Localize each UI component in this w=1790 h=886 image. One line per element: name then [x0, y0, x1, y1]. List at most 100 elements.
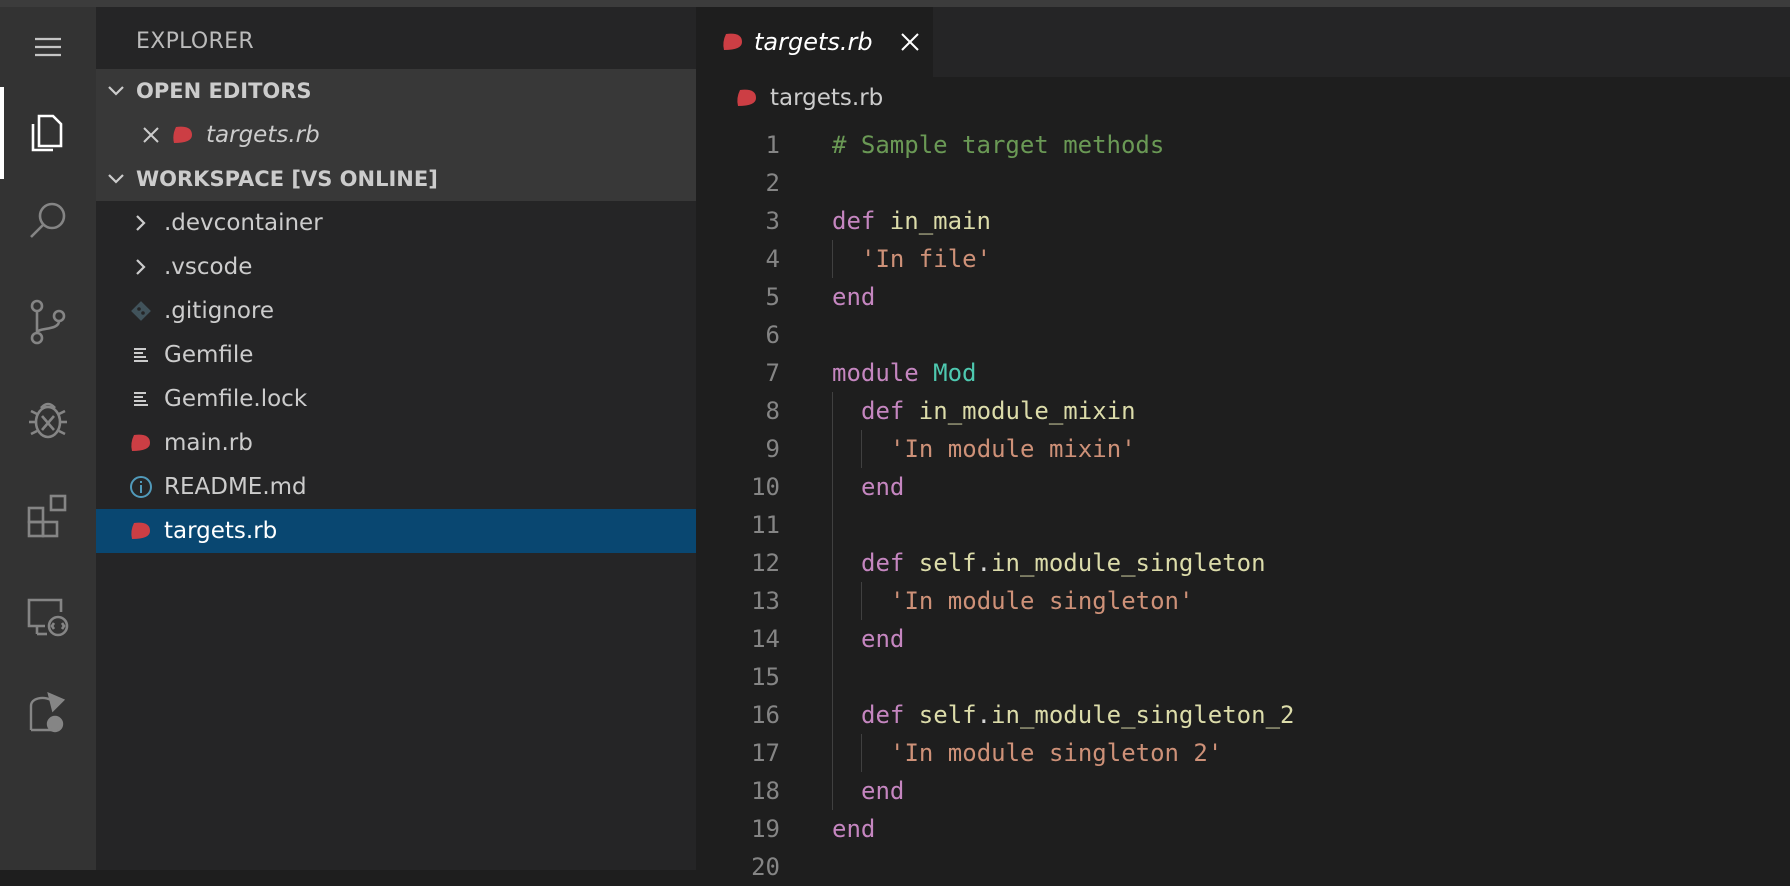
tree-item-gemfile-lock[interactable]: Gemfile.lock — [96, 377, 726, 421]
code-line[interactable]: 17 'In module singleton 2' — [696, 734, 1790, 772]
line-number: 9 — [765, 435, 780, 463]
close-icon[interactable] — [136, 120, 166, 150]
code-line[interactable]: 5 end — [696, 278, 1790, 316]
code-line[interactable]: 11 — [696, 506, 1790, 544]
tree-item-label: .devcontainer — [164, 210, 323, 236]
tree-item-label: Gemfile — [164, 342, 254, 368]
line-source: def self.in_module_singleton_2 — [861, 696, 1294, 734]
code-token: in_module_singleton_2 — [991, 701, 1295, 729]
tree-item-readme[interactable]: README.md — [96, 465, 726, 509]
tree-item-label: targets.rb — [164, 518, 278, 544]
code-line[interactable]: 14 end — [696, 620, 1790, 658]
code-line[interactable]: 4 'In file' — [696, 240, 1790, 278]
sidebar-title: EXPLORER — [136, 29, 254, 54]
editor-area: targets.rb targets.rb 1 # Sample target m… — [696, 7, 1790, 881]
menu-icon[interactable] — [0, 7, 96, 87]
code-line[interactable]: 7 module Mod — [696, 354, 1790, 392]
line-number: 7 — [765, 359, 780, 387]
indent-guide — [832, 696, 833, 734]
code-token: in_module_mixin — [918, 397, 1136, 425]
tab-bar: targets.rb — [696, 7, 1790, 77]
code-token: . — [976, 549, 992, 577]
code-token: def — [861, 397, 919, 425]
code-line[interactable]: 3 def in_main — [696, 202, 1790, 240]
code-editor[interactable]: 1 # Sample target methods 2 3 def in_main 4 'I… — [696, 126, 1790, 886]
line-number: 20 — [751, 853, 780, 881]
code-line[interactable]: 13 'In module singleton' — [696, 582, 1790, 620]
code-line[interactable]: 15 — [696, 658, 1790, 696]
indent-guide — [832, 430, 833, 468]
tree-item-gitignore[interactable]: .gitignore — [96, 289, 726, 333]
remote-explorer-icon[interactable] — [0, 577, 96, 657]
code-line[interactable]: 20 — [696, 848, 1790, 886]
line-number: 13 — [751, 587, 780, 615]
tab-label: targets.rb — [754, 28, 873, 56]
tree-item-devcontainer[interactable]: .devcontainer — [96, 201, 726, 245]
code-line[interactable]: 9 'In module mixin' — [696, 430, 1790, 468]
line-number: 1 — [765, 131, 780, 159]
indent-guide — [832, 734, 833, 772]
indent-guide — [832, 468, 833, 506]
indent-guide — [832, 772, 833, 810]
explorer-icon[interactable] — [0, 87, 96, 179]
title-bar-strip — [0, 0, 1790, 7]
code-token: in_main — [889, 207, 991, 235]
open-editors-header[interactable]: OPEN EDITORS — [96, 69, 696, 113]
source-control-icon[interactable] — [0, 281, 96, 361]
code-line[interactable]: 16 def self.in_module_singleton_2 — [696, 696, 1790, 734]
ruby-file-icon — [126, 516, 156, 546]
extensions-icon[interactable] — [0, 475, 96, 555]
indent-guide — [861, 734, 862, 772]
code-token: in_module_singleton — [991, 549, 1266, 577]
live-share-icon[interactable] — [0, 673, 96, 753]
code-token: end — [861, 473, 905, 501]
ruby-file-icon — [168, 120, 198, 150]
line-number: 15 — [751, 663, 780, 691]
indent-guide — [832, 582, 833, 620]
tab-targets-rb[interactable]: targets.rb — [696, 7, 933, 77]
code-line[interactable]: 12 def self.in_module_singleton — [696, 544, 1790, 582]
line-source: end — [861, 620, 904, 658]
search-icon[interactable] — [0, 181, 96, 261]
tree-item-label: README.md — [164, 474, 307, 500]
code-token: end — [861, 625, 905, 653]
code-token: self — [918, 549, 977, 577]
tree-item-vscode[interactable]: .vscode — [96, 245, 726, 289]
open-editor-item[interactable]: targets.rb — [96, 113, 696, 157]
info-icon — [126, 472, 156, 502]
code-token: def — [861, 549, 919, 577]
code-line[interactable]: 10 end — [696, 468, 1790, 506]
chevron-right-icon — [126, 208, 156, 238]
code-line[interactable]: 2 — [696, 164, 1790, 202]
code-token: module — [832, 359, 934, 387]
line-source: 'In module singleton' — [890, 582, 1193, 620]
breadcrumb[interactable]: targets.rb — [736, 85, 883, 111]
code-line[interactable]: 1 # Sample target methods — [696, 126, 1790, 164]
line-source: 'In module singleton 2' — [890, 734, 1222, 772]
code-line[interactable]: 8 def in_module_mixin — [696, 392, 1790, 430]
workspace-label: WORKSPACE [VS ONLINE] — [136, 167, 438, 191]
code-line[interactable]: 18 end — [696, 772, 1790, 810]
close-icon[interactable] — [899, 31, 921, 53]
ruby-file-icon — [126, 428, 156, 458]
code-token: self — [918, 701, 977, 729]
text-file-icon — [126, 340, 156, 370]
tree-item-main-rb[interactable]: main.rb — [96, 421, 726, 465]
tree-item-gemfile[interactable]: Gemfile — [96, 333, 726, 377]
line-number: 19 — [751, 815, 780, 843]
code-line[interactable]: 19 end — [696, 810, 1790, 848]
code-line[interactable]: 6 — [696, 316, 1790, 354]
line-number: 11 — [751, 511, 780, 539]
ruby-file-icon — [722, 32, 744, 52]
tree-item-targets-rb[interactable]: targets.rb — [96, 509, 726, 553]
code-token: end — [832, 815, 876, 843]
chevron-down-icon — [96, 172, 136, 186]
debug-icon[interactable] — [0, 379, 96, 459]
line-source: end — [832, 810, 875, 848]
indent-guide — [832, 620, 833, 658]
code-token: 'In file' — [861, 245, 992, 273]
line-number: 4 — [765, 245, 780, 273]
code-token: def — [832, 207, 890, 235]
workspace-header[interactable]: WORKSPACE [VS ONLINE] — [96, 157, 696, 201]
code-token: Mod — [933, 359, 977, 387]
